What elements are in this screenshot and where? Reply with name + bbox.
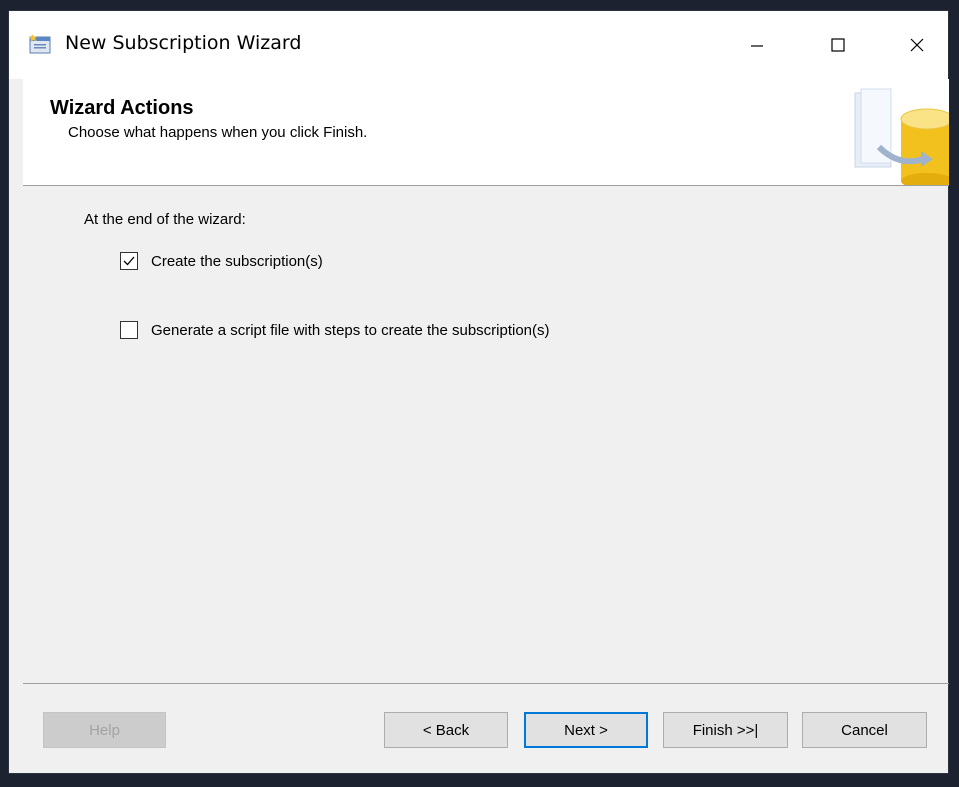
- maximize-button[interactable]: [806, 11, 870, 79]
- help-button[interactable]: Help: [43, 712, 166, 748]
- next-button[interactable]: Next >: [524, 712, 648, 748]
- minimize-button[interactable]: [725, 11, 789, 79]
- create-subscriptions-checkbox[interactable]: [120, 252, 138, 270]
- close-icon: [910, 38, 924, 52]
- window-title: New Subscription Wizard: [65, 32, 302, 54]
- generate-script-option[interactable]: Generate a script file with steps to cre…: [120, 321, 550, 339]
- checkmark-icon: [123, 256, 135, 266]
- generate-script-checkbox[interactable]: [120, 321, 138, 339]
- wizard-app-icon: [29, 33, 53, 55]
- page-subtitle: Choose what happens when you click Finis…: [68, 124, 368, 141]
- cancel-button[interactable]: Cancel: [802, 712, 927, 748]
- wizard-window: New Subscription Wizard Wizard Actions C…: [8, 10, 949, 774]
- title-bar[interactable]: New Subscription Wizard: [9, 11, 948, 79]
- maximize-icon: [831, 38, 845, 52]
- minimize-icon: [751, 45, 763, 47]
- back-button[interactable]: < Back: [384, 712, 508, 748]
- close-button[interactable]: [885, 11, 949, 79]
- section-label: At the end of the wizard:: [84, 211, 246, 228]
- database-wizard-icon: [849, 87, 949, 185]
- page-title: Wizard Actions: [50, 97, 194, 119]
- wizard-header: Wizard Actions Choose what happens when …: [23, 79, 949, 186]
- generate-script-label: Generate a script file with steps to cre…: [151, 321, 550, 339]
- finish-button[interactable]: Finish >>|: [663, 712, 788, 748]
- footer-divider: [23, 683, 949, 684]
- create-subscriptions-option[interactable]: Create the subscription(s): [120, 252, 323, 270]
- create-subscriptions-label: Create the subscription(s): [151, 252, 323, 270]
